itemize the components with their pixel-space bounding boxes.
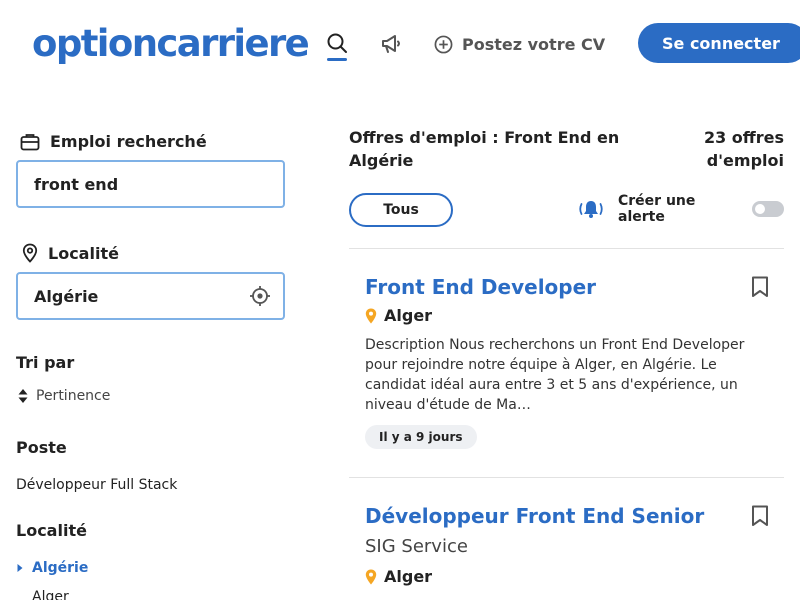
- post-cv-label: Postez votre CV: [462, 34, 606, 54]
- location-pin-icon: [365, 308, 377, 323]
- job-location: Alger: [365, 306, 432, 325]
- job-title-link[interactable]: Front End Developer: [365, 275, 596, 299]
- locality-heading: Localité: [16, 521, 87, 540]
- megaphone-icon: [382, 35, 400, 53]
- location-pin-icon: [365, 569, 377, 584]
- job-location: Alger: [365, 567, 432, 586]
- divider: [349, 248, 784, 249]
- site-logo[interactable]: optioncarriere: [32, 22, 310, 65]
- toggle-knob: [755, 204, 765, 214]
- job-description: Description Nous recherchons un Front En…: [365, 337, 745, 413]
- locality-item-algerie[interactable]: Algérie: [16, 560, 88, 576]
- create-alert-label: Créer une alerte: [618, 193, 696, 225]
- sort-heading: Tri par: [16, 353, 75, 372]
- header-alerts-button[interactable]: [380, 33, 402, 55]
- posted-date-badge: Il y a 9 jours: [365, 425, 477, 449]
- briefcase-icon: [20, 133, 40, 150]
- location-input[interactable]: Algérie: [16, 272, 285, 320]
- filter-all-button[interactable]: Tous: [349, 193, 453, 227]
- bookmark-icon[interactable]: [751, 505, 769, 527]
- sort-value: Pertinence: [36, 388, 111, 404]
- create-alert[interactable]: Créer une alerte: [576, 193, 728, 225]
- alert-toggle[interactable]: [752, 201, 784, 217]
- sort-arrows-icon: [18, 389, 28, 403]
- location-label: Localité: [22, 243, 119, 263]
- header-search-button[interactable]: [326, 32, 348, 62]
- bookmark-icon[interactable]: [751, 276, 769, 298]
- results-count: 23 offres d'emploi: [703, 128, 784, 170]
- poste-filter-item[interactable]: Développeur Full Stack: [16, 477, 177, 493]
- login-button[interactable]: Se connecter: [638, 23, 800, 63]
- job-search-label: Emploi recherché: [20, 132, 207, 151]
- bell-icon: [579, 201, 603, 218]
- map-pin-icon: [22, 243, 38, 263]
- divider: [349, 477, 784, 478]
- caret-right-icon: [17, 564, 23, 572]
- crosshair-icon[interactable]: [249, 285, 271, 307]
- search-icon: [327, 33, 347, 53]
- locality-item-alger[interactable]: Alger: [32, 589, 69, 600]
- poste-heading: Poste: [16, 438, 67, 457]
- plus-circle-icon: [434, 35, 453, 53]
- sort-selector[interactable]: Pertinence: [18, 388, 110, 404]
- job-company: SIG Service: [365, 536, 468, 557]
- post-cv-link[interactable]: Postez votre CV: [434, 33, 605, 55]
- results-title: Offres d'emploi : Front End en Algérie: [349, 128, 620, 170]
- active-underline: [327, 58, 347, 61]
- job-search-input[interactable]: front end: [16, 160, 285, 208]
- job-title-link[interactable]: Développeur Front End Senior: [365, 504, 704, 528]
